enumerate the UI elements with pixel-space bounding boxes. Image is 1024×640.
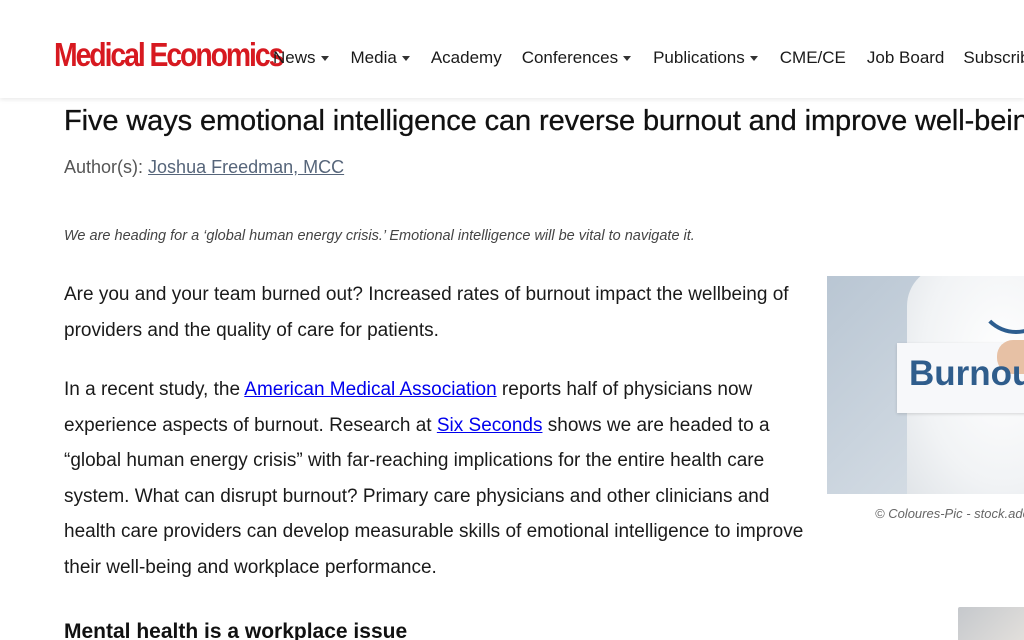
article-paragraph-1: Are you and your team burned out? Increa…	[64, 284, 789, 341]
nav-item-academy[interactable]: Academy	[431, 48, 502, 68]
section-heading: Mental health is a workplace issue	[64, 620, 408, 640]
nav-item-label: Publications	[653, 48, 745, 67]
six-seconds-link[interactable]: Six Seconds	[437, 415, 543, 436]
caret-down-icon	[749, 56, 758, 61]
caret-down-icon	[320, 56, 329, 61]
site-logo[interactable]: Medical Economics	[54, 38, 284, 71]
article-title: Five ways emotional intelligence can rev…	[64, 105, 1024, 137]
nav-item-label: Job Board	[866, 48, 945, 67]
author-line: Author(s): Joshua Freedman, MCC	[64, 157, 344, 178]
author-link[interactable]: Joshua Freedman, MCC	[148, 157, 344, 177]
nav-item-subscribe[interactable]: Subscribe	[963, 48, 1024, 68]
nav-item-label: News	[273, 48, 316, 67]
paragraph-text: In a recent study, the	[64, 379, 245, 400]
article-paragraph-2: In a recent study, the American Medical …	[64, 372, 824, 585]
nav-item-label: Conferences	[521, 48, 619, 67]
nav-item-job-board[interactable]: Job Board	[867, 48, 945, 68]
nav-item-publications[interactable]: Publications	[653, 48, 758, 68]
nav-item-cme-ce[interactable]: CME/CE	[780, 48, 846, 68]
nav-item-label: Subscribe	[963, 48, 1024, 67]
nav-item-news[interactable]: News	[273, 48, 329, 68]
caret-down-icon	[623, 56, 632, 61]
article-deck: We are heading for a ‘global human energ…	[64, 228, 695, 244]
main-nav: News Media Academy Conferences Publications C…	[273, 48, 1024, 68]
nav-item-label: CME/CE	[779, 48, 846, 67]
site-header: Medical Economics News Media Academy Confer…	[0, 0, 1024, 98]
page: Medical Economics News Media Academy Confer…	[0, 0, 1024, 640]
secondary-image	[958, 607, 1024, 640]
caret-down-icon	[401, 56, 410, 61]
author-prefix: Author(s):	[64, 157, 144, 177]
nav-item-label: Media	[350, 48, 397, 67]
image-caption: © Coloures-Pic - stock.adobe.com	[875, 506, 1024, 521]
ama-link[interactable]: American Medical Association	[244, 379, 496, 400]
sign-text: Burnout	[909, 354, 1024, 393]
paragraph-text: shows we are headed to a “global human e…	[64, 414, 804, 578]
article-image: Burnout	[827, 276, 1024, 494]
nav-item-conferences[interactable]: Conferences	[521, 48, 632, 68]
nav-item-media[interactable]: Media	[351, 48, 410, 68]
nav-item-label: Academy	[430, 48, 502, 67]
